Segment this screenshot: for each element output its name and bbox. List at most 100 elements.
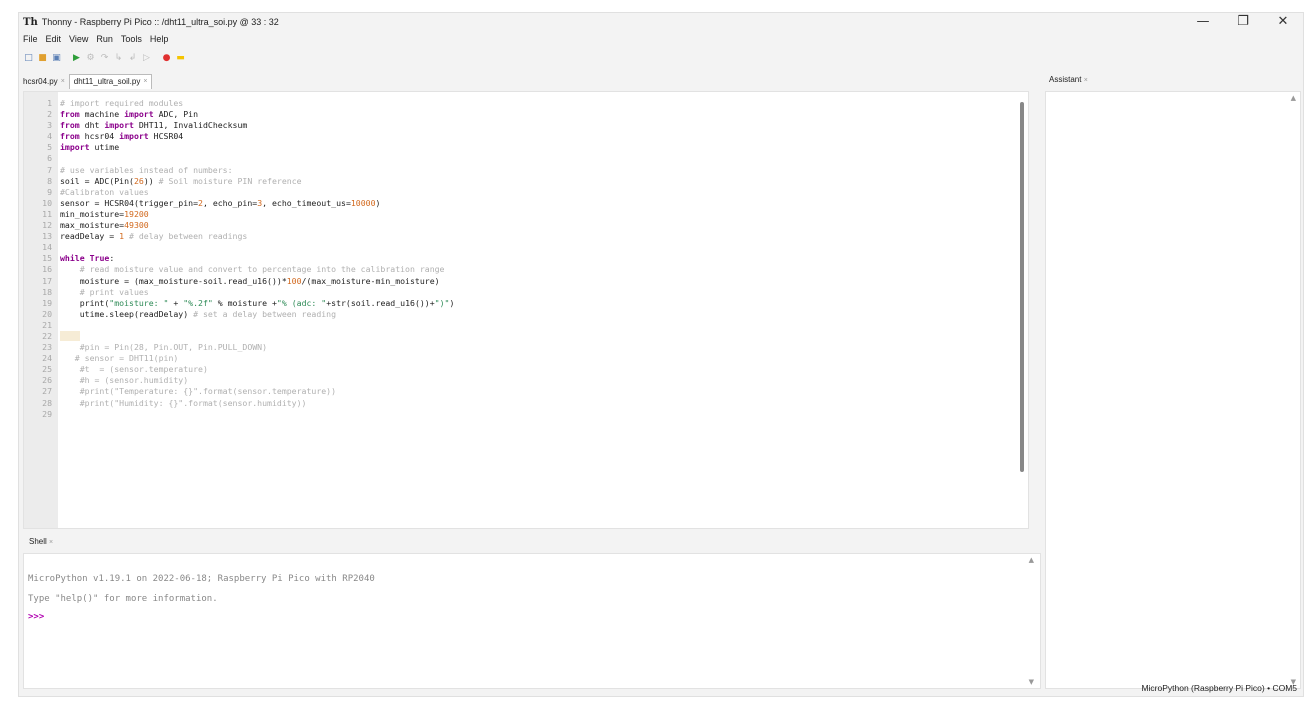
code-token: )) <box>143 175 159 186</box>
code-text <box>60 330 80 342</box>
tab-assistant[interactable]: Assistant × <box>1049 75 1088 84</box>
code-token: machine <box>79 109 125 120</box>
shell-help-line: Type "help()" for more information. <box>28 594 218 604</box>
save-icon[interactable]: ▣ <box>51 53 62 64</box>
tab-shell[interactable]: Shell × <box>25 535 57 548</box>
menu-file[interactable]: File <box>19 32 42 46</box>
code-text: from hcsr04 import HCSR04 <box>60 131 183 142</box>
code-token: #Calibraton values <box>60 186 149 197</box>
line-number: 11 <box>42 208 52 219</box>
support-ukraine-icon[interactable]: ▬ <box>175 53 186 64</box>
menu-tools[interactable]: Tools <box>117 32 146 46</box>
code-token: from <box>60 131 80 142</box>
close-icon[interactable]: × <box>1084 77 1088 84</box>
code-text: from machine import ADC, Pin <box>60 109 198 120</box>
code-token: "%.2f" <box>183 297 213 308</box>
resume-icon[interactable]: ▷ <box>141 53 152 64</box>
code-token: "% (adc: " <box>276 297 327 308</box>
minimize-icon[interactable]: — <box>1183 13 1223 31</box>
code-line: 13 readDelay = 1 # delay between readings <box>24 231 454 242</box>
step-over-icon[interactable]: ↷ <box>99 53 110 64</box>
code-text: readDelay = 1 # delay between readings <box>60 231 247 242</box>
code-token: ADC, Pin <box>153 109 199 120</box>
code-token: 49300 <box>124 220 149 231</box>
code-token: min_moisture= <box>60 208 125 219</box>
code-editor[interactable]: 1 # import required modules 2 from machine … <box>23 91 1029 529</box>
line-number: 9 <box>47 186 52 197</box>
close-icon[interactable]: ✕ <box>1263 13 1303 31</box>
code-token: , echo_timeout_us= <box>262 197 351 208</box>
line-number: 16 <box>42 264 52 275</box>
code-token: while <box>60 253 85 264</box>
tab-editor-file[interactable]: dht11_ultra_soil.py × <box>68 74 153 89</box>
code-token: DHT11, InvalidChecksum <box>133 120 248 131</box>
code-text: moisture = (max_moisture-soil.read_u16()… <box>60 276 440 287</box>
code-text: while True: <box>60 253 114 264</box>
tab-label: hcsr04.py <box>23 77 58 86</box>
stop-icon[interactable]: ● <box>161 53 172 64</box>
tab-label: dht11_ultra_soil.py <box>73 77 141 86</box>
code-token: ) <box>449 297 455 308</box>
code-token: sensor = HCSR04(trigger_pin= <box>60 197 199 208</box>
code-token: utime.sleep(readDelay) <box>60 308 194 319</box>
debug-icon[interactable]: ⚙ <box>85 53 96 64</box>
code-token: # sensor = DHT11(pin) <box>60 353 179 364</box>
code-token: # Soil moisture PIN reference <box>158 175 302 186</box>
scroll-down-icon[interactable]: ▼ <box>1029 678 1034 686</box>
tab-editor-file[interactable]: hcsr04.py × <box>19 75 69 89</box>
scroll-up-icon[interactable]: ▲ <box>1291 94 1296 102</box>
menu-run[interactable]: Run <box>92 32 117 46</box>
line-number: 4 <box>47 131 52 142</box>
code-token: readDelay = <box>60 231 120 242</box>
restore-icon[interactable]: ❐ <box>1223 13 1263 31</box>
line-number: 24 <box>42 353 52 364</box>
shell-prompt[interactable]: >>> <box>28 612 44 622</box>
code-token: 100 <box>286 275 302 286</box>
code-token: + <box>168 297 184 308</box>
close-icon[interactable]: × <box>61 76 65 88</box>
step-out-icon[interactable]: ↲ <box>127 53 138 64</box>
code-token: #t = (sensor.temperature) <box>60 364 208 375</box>
line-number: 20 <box>42 308 52 319</box>
new-file-icon[interactable]: □ <box>23 53 34 64</box>
code-text: #pin = Pin(28, Pin.OUT, Pin.PULL_DOWN) <box>60 342 267 353</box>
code-text: #print("Humidity: {}".format(sensor.humi… <box>60 398 307 409</box>
run-icon[interactable]: ▶ <box>71 53 82 64</box>
line-number: 14 <box>42 242 52 253</box>
code-token: hcsr04 <box>79 131 120 142</box>
scroll-up-icon[interactable]: ▲ <box>1029 556 1034 564</box>
close-icon[interactable]: × <box>143 76 147 88</box>
code-text: from dht import DHT11, InvalidChecksum <box>60 120 247 131</box>
line-number: 18 <box>42 286 52 297</box>
shell-panel[interactable]: MicroPython v1.19.1 on 2022-06-18; Raspb… <box>23 553 1041 689</box>
code-line: 1 # import required modules <box>24 98 454 109</box>
code-token: ) <box>375 197 381 208</box>
code-line: 18 # print values <box>24 287 454 298</box>
code-line: 7 # use variables instead of numbers: <box>24 165 454 176</box>
code-token: # set a delay between reading <box>193 308 337 319</box>
code-line: 27 #print("Temperature: {}".format(senso… <box>24 386 454 397</box>
line-number: 10 <box>42 197 52 208</box>
code-token: import <box>60 142 90 153</box>
code-line: 17 moisture = (max_moisture-soil.read_u1… <box>24 276 454 287</box>
interpreter-status[interactable]: MicroPython (Raspberry Pi Pico) • COM5 <box>1141 683 1297 693</box>
code-text: # print values <box>60 287 149 298</box>
code-token: import <box>119 131 149 142</box>
line-number: 29 <box>42 408 52 419</box>
menu-help[interactable]: Help <box>146 32 173 46</box>
code-token: # delay between readings <box>124 231 248 242</box>
code-token: 26 <box>133 175 144 186</box>
code-token: import <box>124 109 154 120</box>
code-text: utime.sleep(readDelay) # set a delay bet… <box>60 309 336 320</box>
open-file-icon[interactable]: ■ <box>37 53 48 64</box>
menu-edit[interactable]: Edit <box>42 32 66 46</box>
editor-scrollbar[interactable] <box>1020 102 1024 472</box>
close-icon[interactable]: × <box>49 539 53 546</box>
code-line: 11 min_moisture=19200 <box>24 209 454 220</box>
step-into-icon[interactable]: ↳ <box>113 53 124 64</box>
line-number: 15 <box>42 253 52 264</box>
menu-view[interactable]: View <box>65 32 92 46</box>
code-token: # use variables instead of numbers: <box>60 164 233 175</box>
line-number: 5 <box>47 142 52 153</box>
code-line: 29 <box>24 409 454 420</box>
